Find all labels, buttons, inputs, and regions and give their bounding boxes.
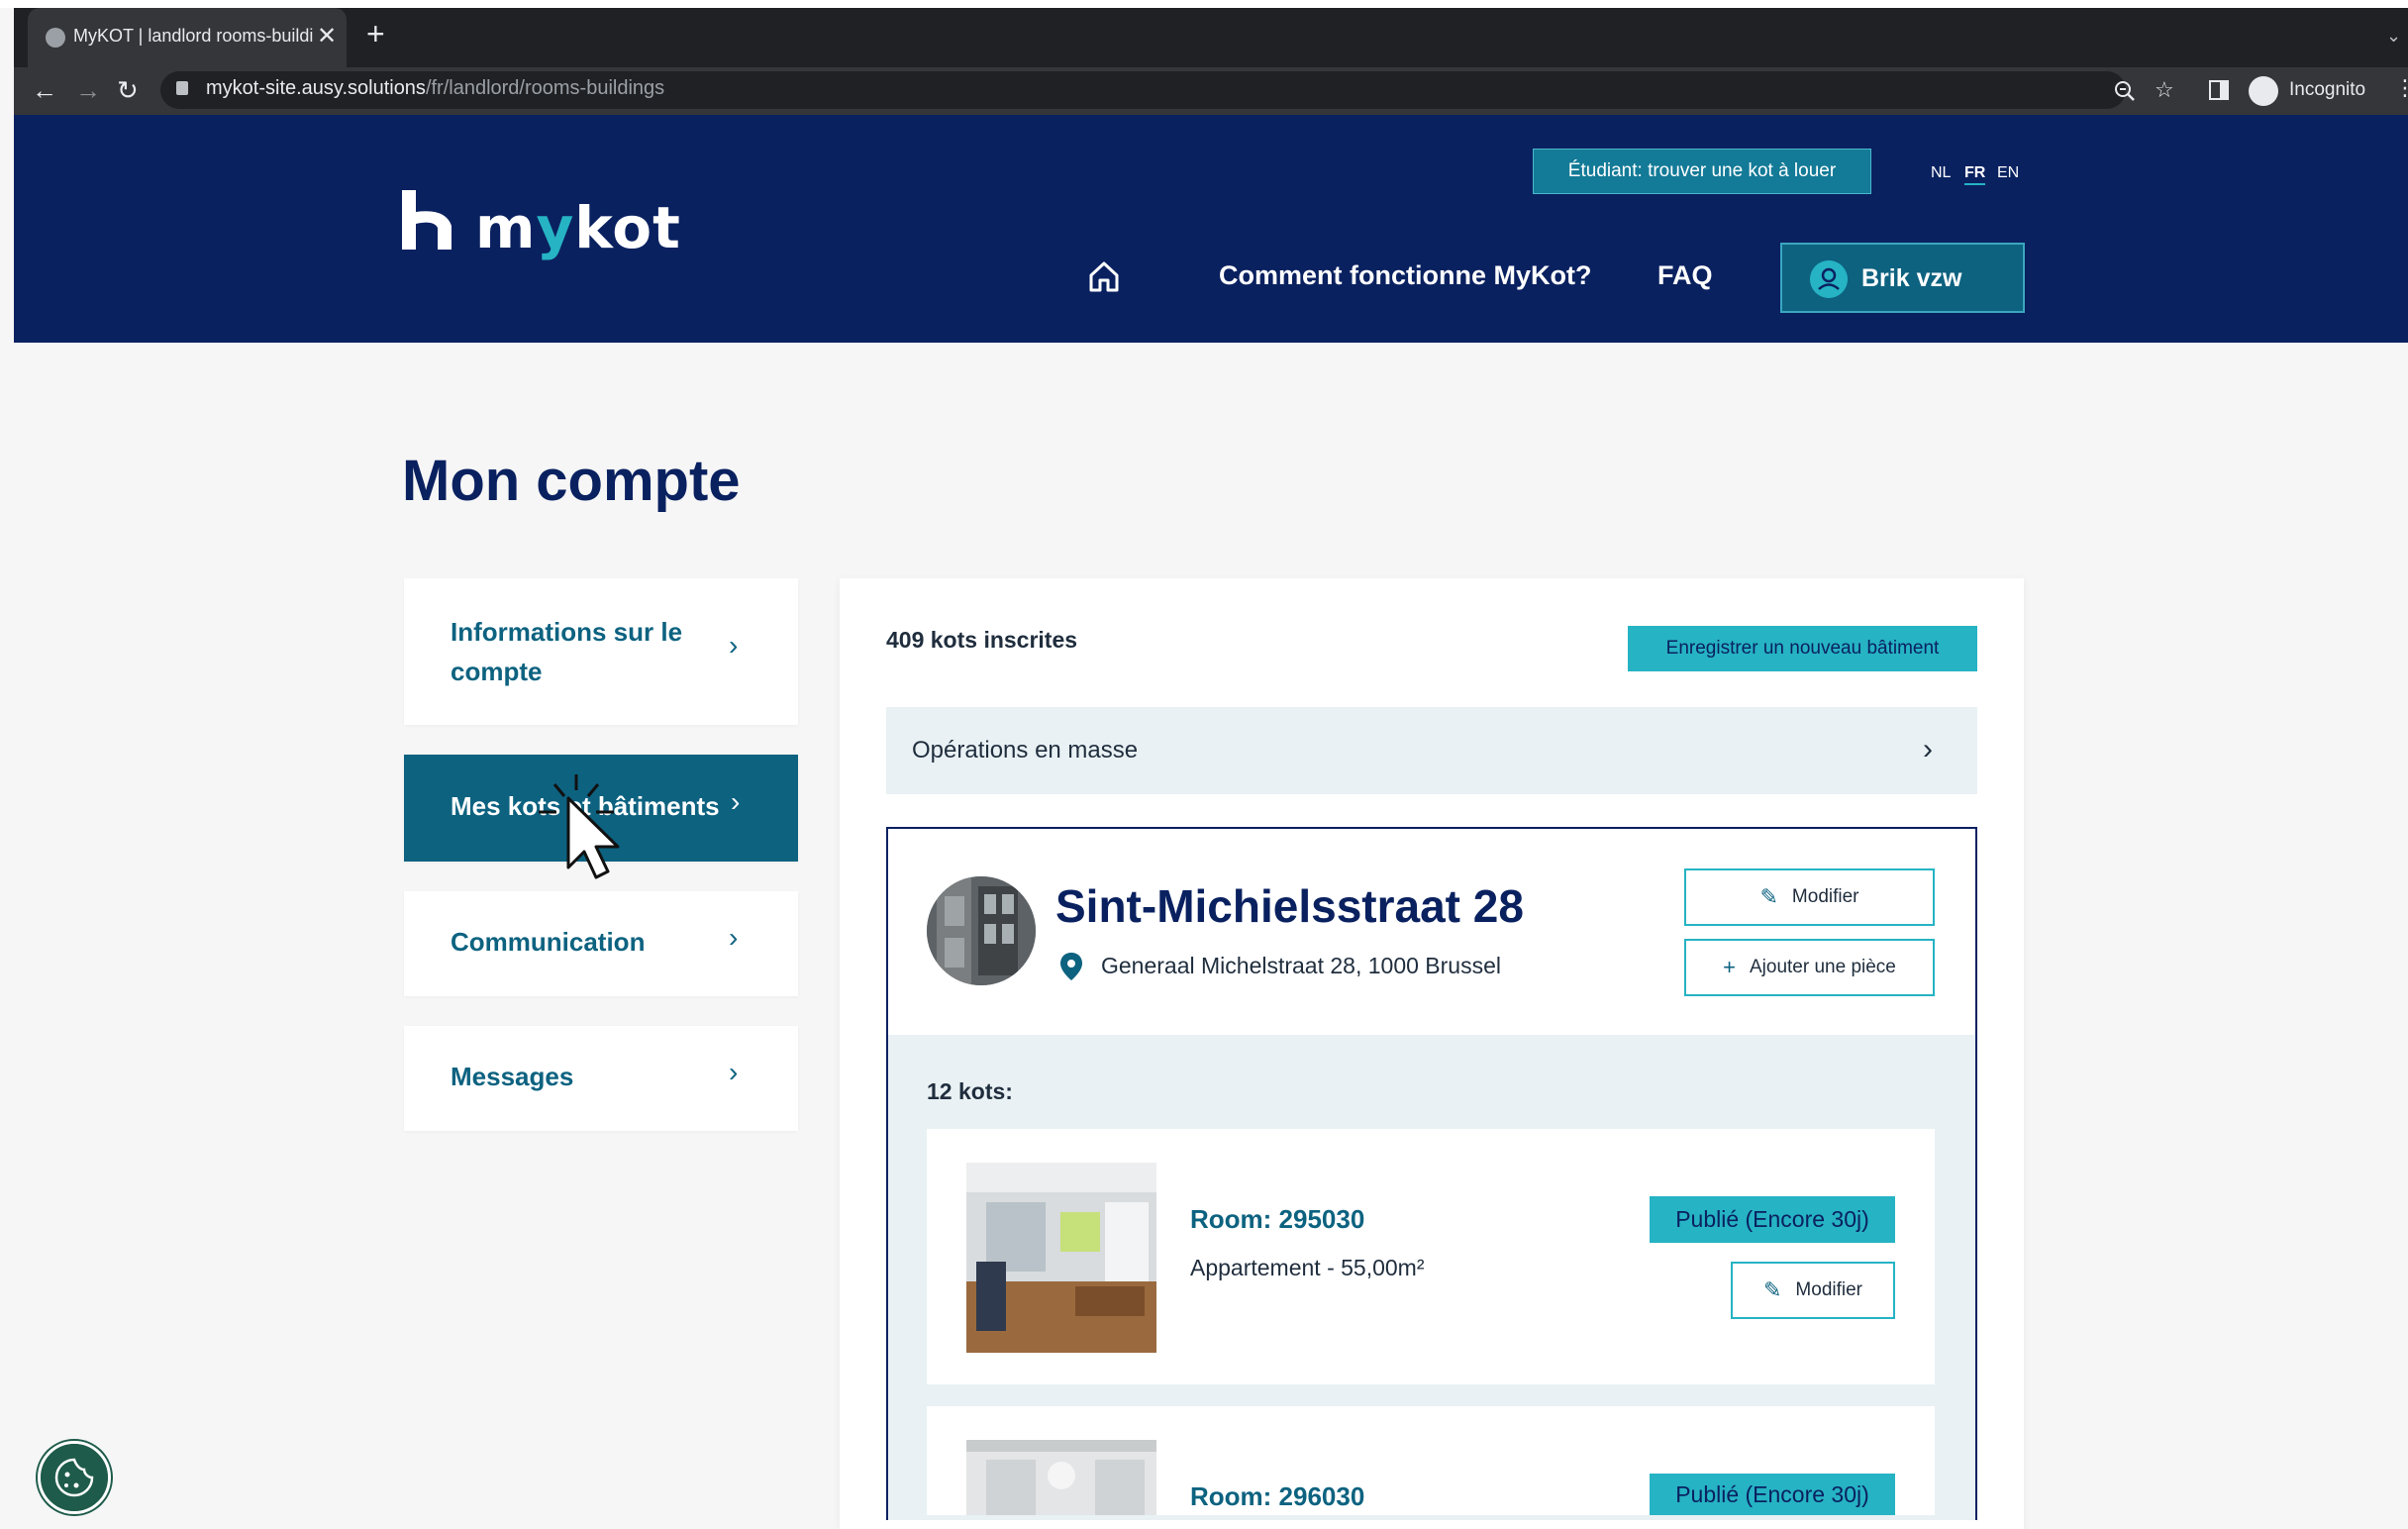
user-icon <box>1810 260 1848 298</box>
incognito-label[interactable]: Incognito <box>2289 79 2365 101</box>
sidebar-item-label: Informations sur le compte <box>451 617 683 686</box>
pencil-icon: ✎ <box>1759 884 1778 909</box>
lang-fr[interactable]: FR <box>1964 164 1986 185</box>
back-button[interactable]: ← <box>32 73 57 107</box>
add-room-button[interactable]: + Ajouter une pièce <box>1684 939 1935 996</box>
browser-tab[interactable]: MyKOT | landlord rooms-buildi ✕ <box>28 8 347 67</box>
sidebar-item-kots-buildings[interactable]: Mes kots et bâtiments › <box>404 755 798 862</box>
lock-icon[interactable] <box>176 81 188 95</box>
page-title: Mon compte <box>402 449 741 513</box>
chevron-right-icon: › <box>731 786 741 817</box>
home-icon[interactable] <box>1087 259 1121 293</box>
location-pin-icon <box>1060 953 1082 980</box>
building-address: Generaal Michelstraat 28, 1000 Brussel <box>1101 953 1501 978</box>
sidebar-item-account-info[interactable]: Informations sur le compte › <box>404 578 798 725</box>
site-header <box>14 115 2408 343</box>
room-name[interactable]: Room: 295030 <box>1190 1204 1364 1235</box>
url-host: mykot-site.ausy.solutions <box>206 77 426 99</box>
sidebar-item-communication[interactable]: Communication › <box>404 891 798 996</box>
url-path: /fr/landlord/rooms-buildings <box>425 77 665 99</box>
lang-nl[interactable]: NL <box>1931 164 1951 182</box>
incognito-icon[interactable] <box>2249 76 2278 106</box>
sidebar-item-label: Communication <box>451 927 646 957</box>
status-badge: Publié (Encore 30j) <box>1650 1196 1895 1243</box>
edit-room-button[interactable]: ✎ Modifier <box>1731 1262 1895 1319</box>
building-name: Sint-Michielsstraat 28 <box>1055 880 1524 932</box>
room-photo <box>966 1163 1156 1353</box>
room-card: Room: 295030 Appartement - 55,00m² Publi… <box>927 1129 1935 1384</box>
room-description: Appartement - 55,00m² <box>1190 1255 1425 1280</box>
user-name: Brik vzw <box>1861 264 1962 292</box>
building-photo <box>927 876 1036 985</box>
student-find-kot-button[interactable]: Étudiant: trouver une kot à louer <box>1533 149 1871 194</box>
pencil-icon: ✎ <box>1762 1277 1782 1302</box>
nav-faq[interactable]: FAQ <box>1657 260 1713 291</box>
chevron-right-icon: › <box>729 630 739 661</box>
kots-count: 409 kots inscrites <box>886 627 1078 653</box>
room-name[interactable]: Room: 296030 <box>1190 1481 1364 1512</box>
logo-k-icon <box>402 190 452 250</box>
plus-icon: + <box>1723 955 1736 979</box>
tab-search-icon[interactable]: ⌄ <box>2386 26 2401 47</box>
chevron-right-icon: › <box>729 922 739 953</box>
bulk-operations-label: Opérations en masse <box>912 737 1139 764</box>
lang-en[interactable]: EN <box>1997 164 2019 182</box>
sidebar-item-label: Messages <box>451 1062 574 1091</box>
window-top-edge <box>0 0 2408 8</box>
register-building-button[interactable]: Enregistrer un nouveau bâtiment <box>1628 626 1977 671</box>
nav-how-it-works[interactable]: Comment fonctionne MyKot? <box>1219 260 1591 291</box>
tab-title: MyKOT | landlord rooms-buildi <box>73 26 313 46</box>
room-photo <box>966 1440 1156 1515</box>
sidebar-item-label: Mes kots et bâtiments <box>451 791 720 821</box>
rooms-count: 12 kots: <box>927 1078 1013 1104</box>
chevron-right-icon: › <box>729 1057 739 1087</box>
side-panel-icon[interactable] <box>2208 79 2230 101</box>
user-account-button[interactable]: Brik vzw <box>1780 243 2025 313</box>
zoom-icon[interactable] <box>2113 79 2137 103</box>
browser-menu-icon[interactable]: ⋮ <box>2394 75 2408 101</box>
edit-building-button[interactable]: ✎ Modifier <box>1684 868 1935 926</box>
sidebar-item-messages[interactable]: Messages › <box>404 1026 798 1131</box>
chevron-right-icon: › <box>1923 733 1933 765</box>
new-tab-button[interactable]: + <box>366 18 385 50</box>
bookmark-star-icon[interactable]: ☆ <box>2155 77 2174 103</box>
logo-wordmark: mykot <box>475 194 681 261</box>
tab-close-icon[interactable]: ✕ <box>317 22 337 51</box>
cookie-settings-icon[interactable] <box>38 1441 111 1514</box>
room-card: Room: 296030 Publié (Encore 30j) <box>927 1406 1935 1515</box>
status-badge: Publié (Encore 30j) <box>1650 1474 1895 1515</box>
globe-icon <box>46 28 65 48</box>
reload-button[interactable]: ↻ <box>117 73 139 107</box>
forward-button[interactable]: → <box>75 73 101 107</box>
url-text[interactable]: mykot-site.ausy.solutions/fr/landlord/ro… <box>206 77 664 100</box>
